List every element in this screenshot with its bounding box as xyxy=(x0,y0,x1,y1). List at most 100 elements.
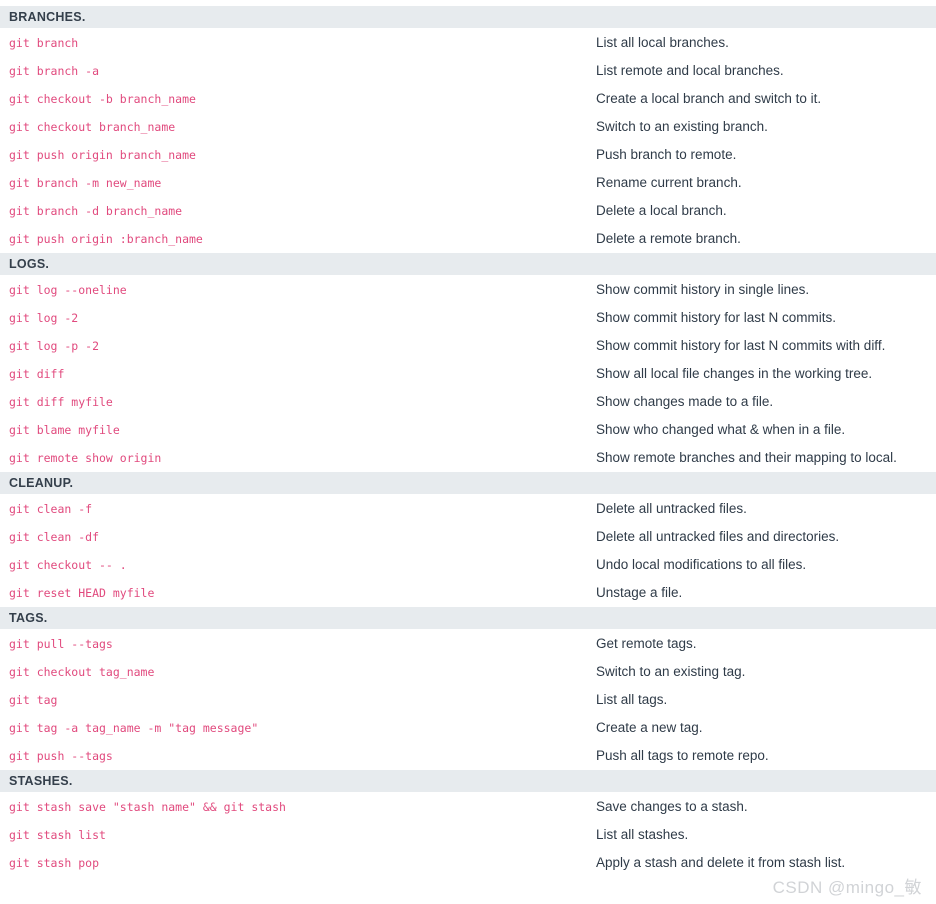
command-description: Delete a remote branch. xyxy=(596,231,741,246)
section-header: STASHES. xyxy=(0,770,936,792)
command-description: List all stashes. xyxy=(596,827,689,842)
git-command: git clean -df xyxy=(9,530,100,544)
command-description: Push all tags to remote repo. xyxy=(596,748,769,763)
command-list: git stash save "stash name" && git stash… xyxy=(0,792,936,877)
command-description: Switch to an existing tag. xyxy=(596,664,746,679)
command-description: Show commit history for last N commits w… xyxy=(596,338,886,353)
git-command: git diff xyxy=(9,367,65,381)
command-description: Delete a local branch. xyxy=(596,203,727,218)
command-description: List remote and local branches. xyxy=(596,63,784,78)
git-command: git diff myfile xyxy=(9,395,113,409)
command-row: git clean -f Delete all untracked files. xyxy=(0,495,936,523)
git-command: git branch -a xyxy=(9,64,100,78)
command-row: git stash pop Apply a stash and delete it… xyxy=(0,849,936,877)
git-command: git remote show origin xyxy=(9,451,162,465)
command-description: List all tags. xyxy=(596,692,668,707)
command-description: Apply a stash and delete it from stash l… xyxy=(596,855,846,870)
command-row: git log -p -2 Show commit history for las… xyxy=(0,332,936,360)
command-description: Push branch to remote. xyxy=(596,147,737,162)
git-command: git checkout tag_name xyxy=(9,665,155,679)
command-row: git branch -d branch_name Delete a local … xyxy=(0,197,936,225)
command-row: git checkout tag_name Switch to an existi… xyxy=(0,658,936,686)
command-description: Create a new tag. xyxy=(596,720,703,735)
command-description: Show all local file changes in the worki… xyxy=(596,366,873,381)
command-row: git stash save "stash name" && git stash… xyxy=(0,793,936,821)
command-description: Undo local modifications to all files. xyxy=(596,557,807,572)
git-cheat-sheet: BRANCHES. git branch List all local branch… xyxy=(0,0,936,904)
section-title: TAGS. xyxy=(9,611,48,625)
command-description: Show who changed what & when in a file. xyxy=(596,422,846,437)
command-row: git push origin :branch_name Delete a rem… xyxy=(0,225,936,253)
git-command: git stash pop xyxy=(9,856,100,870)
command-row: git push origin branch_name Push branch t… xyxy=(0,141,936,169)
command-row: git checkout -b branch_name Create a loca… xyxy=(0,85,936,113)
command-description: List all local branches. xyxy=(596,35,729,50)
command-description: Create a local branch and switch to it. xyxy=(596,91,822,106)
command-description: Show changes made to a file. xyxy=(596,394,774,409)
section-header: TAGS. xyxy=(0,607,936,629)
command-section: CLEANUP. git clean -f Delete all untracked… xyxy=(0,472,936,607)
command-row: git branch List all local branches. xyxy=(0,29,936,57)
git-command: git blame myfile xyxy=(9,423,120,437)
git-command: git branch -m new_name xyxy=(9,176,162,190)
git-command: git log --oneline xyxy=(9,283,127,297)
section-title: LOGS. xyxy=(9,257,50,271)
git-command: git tag -a tag_name -m "tag message" xyxy=(9,721,259,735)
command-row: git blame myfile Show who changed what & … xyxy=(0,416,936,444)
git-command: git clean -f xyxy=(9,502,93,516)
command-list: git log --oneline Show commit history in … xyxy=(0,275,936,472)
command-list: git pull --tags Get remote tags. git check… xyxy=(0,629,936,770)
git-command: git push --tags xyxy=(9,749,113,763)
git-command: git branch -d branch_name xyxy=(9,204,183,218)
section-header: BRANCHES. xyxy=(0,6,936,28)
command-description: Unstage a file. xyxy=(596,585,683,600)
command-description: Show commit history in single lines. xyxy=(596,282,810,297)
git-command: git stash save "stash name" && git stash xyxy=(9,800,286,814)
command-row: git branch -m new_name Rename current bra… xyxy=(0,169,936,197)
git-command: git log -2 xyxy=(9,311,79,325)
command-row: git remote show origin Show remote branch… xyxy=(0,444,936,472)
section-title: CLEANUP. xyxy=(9,476,74,490)
command-section: BRANCHES. git branch List all local branch… xyxy=(0,6,936,253)
command-row: git log --oneline Show commit history in … xyxy=(0,276,936,304)
command-row: git checkout -- . Undo local modification… xyxy=(0,551,936,579)
command-row: git tag -a tag_name -m "tag message" Crea… xyxy=(0,714,936,742)
git-command: git push origin branch_name xyxy=(9,148,196,162)
command-row: git reset HEAD myfile Unstage a file. xyxy=(0,579,936,607)
command-row: git diff myfile Show changes made to a fi… xyxy=(0,388,936,416)
command-description: Switch to an existing branch. xyxy=(596,119,768,134)
git-command: git log -p -2 xyxy=(9,339,100,353)
command-description: Show remote branches and their mapping t… xyxy=(596,450,897,465)
git-command: git branch xyxy=(9,36,79,50)
command-row: git diff Show all local file changes in t… xyxy=(0,360,936,388)
command-section: TAGS. git pull --tags Get remote tags. git … xyxy=(0,607,936,770)
command-list: git branch List all local branches. git br… xyxy=(0,28,936,253)
command-description: Show commit history for last N commits. xyxy=(596,310,837,325)
git-command: git checkout -b branch_name xyxy=(9,92,196,106)
command-description: Save changes to a stash. xyxy=(596,799,748,814)
command-row: git tag List all tags. xyxy=(0,686,936,714)
section-header: LOGS. xyxy=(0,253,936,275)
git-command: git tag xyxy=(9,693,58,707)
git-command: git reset HEAD myfile xyxy=(9,586,155,600)
command-description: Get remote tags. xyxy=(596,636,697,651)
section-header: CLEANUP. xyxy=(0,472,936,494)
command-row: git checkout branch_name Switch to an exi… xyxy=(0,113,936,141)
git-command: git pull --tags xyxy=(9,637,113,651)
command-row: git stash list List all stashes. xyxy=(0,821,936,849)
command-row: git log -2 Show commit history for last N… xyxy=(0,304,936,332)
git-command: git checkout branch_name xyxy=(9,120,176,134)
command-description: Rename current branch. xyxy=(596,175,742,190)
section-title: STASHES. xyxy=(9,774,73,788)
command-row: git branch -a List remote and local branc… xyxy=(0,57,936,85)
section-title: BRANCHES. xyxy=(9,10,86,24)
command-row: git clean -df Delete all untracked files … xyxy=(0,523,936,551)
git-command: git checkout -- . xyxy=(9,558,127,572)
command-section: STASHES. git stash save "stash name" && g… xyxy=(0,770,936,877)
command-list: git clean -f Delete all untracked files. g… xyxy=(0,494,936,607)
command-row: git pull --tags Get remote tags. xyxy=(0,630,936,658)
command-description: Delete all untracked files. xyxy=(596,501,747,516)
git-command: git push origin :branch_name xyxy=(9,232,203,246)
command-section: LOGS. git log --oneline Show commit histor… xyxy=(0,253,936,472)
git-command: git stash list xyxy=(9,828,106,842)
